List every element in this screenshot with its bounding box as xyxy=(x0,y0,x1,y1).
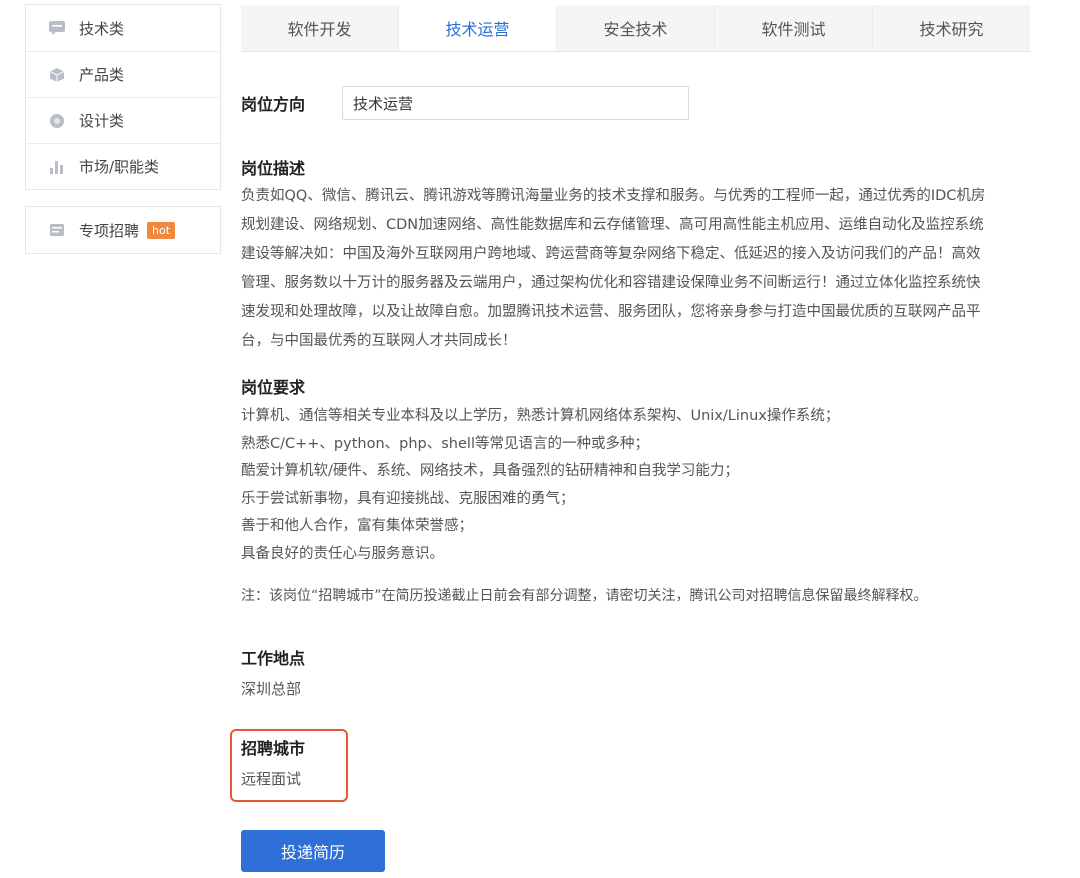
tab-software-testing[interactable]: 软件测试 xyxy=(715,5,873,51)
city-title: 招聘城市 xyxy=(241,739,306,758)
city-value: 远程面试 xyxy=(241,770,302,788)
tab-tech-research[interactable]: 技术研究 xyxy=(873,5,1030,51)
palette-icon xyxy=(48,112,66,130)
sidebar-item-market[interactable]: 市场/职能类 xyxy=(26,143,220,189)
requirement-item: 善于和他人合作，富有集体荣誉感； xyxy=(241,518,473,534)
description-line: 建设等解决如：中国及海外互联网用户跨地域、跨运营商等复杂网络下稳定、低延迟的接入… xyxy=(241,246,981,262)
requirement-item: 熟悉C/C++、python、php、shell等常见语言的一种或多种； xyxy=(241,435,649,452)
sidebar-item-label: 市场/职能类 xyxy=(79,158,160,176)
description-line: 管理、服务数以十万计的服务器及云端用户，通过架构优化和容错建设保障业务不间断运行… xyxy=(241,275,981,291)
category-sidebar: 技术类 产品类 设计类 市场/职能类 专项招聘 hot xyxy=(25,4,221,254)
job-category-tabs: 软件开发 技术运营 安全技术 软件测试 技术研究 xyxy=(241,5,1030,52)
requirement-item: 具备良好的责任心与服务意识。 xyxy=(241,545,444,562)
sidebar-item-label: 产品类 xyxy=(79,66,125,84)
description-line: 负责如QQ、微信、腾讯云、腾讯游戏等腾讯海量业务的技术支撑和服务。与优秀的工程师… xyxy=(241,188,986,204)
description-line: 速发现和处理故障，以及让故障自愈。加盟腾讯技术运营、服务团队，您将亲身参与打造中… xyxy=(241,304,981,320)
tab-tech-ops[interactable]: 技术运营 xyxy=(399,5,557,51)
description-text: 负责如QQ、微信、腾讯云、腾讯游戏等腾讯海量业务的技术支撑和服务。与优秀的工程师… xyxy=(241,182,1031,356)
location-title: 工作地点 xyxy=(241,649,306,668)
description-line: 规划建设、网络规划、CDN加速网络、高性能数据库和云存储管理、高可用高性能主机应… xyxy=(241,217,984,233)
sidebar-item-product[interactable]: 产品类 xyxy=(26,51,220,97)
tab-security[interactable]: 安全技术 xyxy=(557,5,715,51)
sidebar-item-label: 技术类 xyxy=(79,19,125,38)
description-line: 台，与中国最优秀的互联网人才共同成长！ xyxy=(241,333,517,349)
special-recruit-group: 专项招聘 hot xyxy=(25,206,221,254)
card-icon xyxy=(48,221,66,239)
apply-resume-button[interactable]: 投递简历 xyxy=(241,830,385,872)
direction-label: 岗位方向 xyxy=(241,95,306,114)
description-title: 岗位描述 xyxy=(241,159,306,178)
requirements-list: 计算机、通信等相关专业本科及以上学历，熟悉计算机网络体系架构、Unix/Linu… xyxy=(241,403,839,568)
recruit-note: 注：该岗位“招聘城市”在简历投递截止日前会有部分调整，请密切关注，腾讯公司对招聘… xyxy=(241,588,928,604)
tab-software-dev[interactable]: 软件开发 xyxy=(241,5,399,51)
sidebar-item-label: 设计类 xyxy=(79,112,125,130)
sidebar-item-label: 专项招聘 xyxy=(79,221,140,240)
location-value: 深圳总部 xyxy=(241,680,302,698)
bar-chart-icon xyxy=(48,158,66,176)
direction-field[interactable] xyxy=(342,86,690,120)
category-list: 技术类 产品类 设计类 市场/职能类 xyxy=(25,4,221,190)
chat-bubble-icon xyxy=(48,19,66,37)
requirement-item: 计算机、通信等相关专业本科及以上学历，熟悉计算机网络体系架构、Unix/Linu… xyxy=(241,408,840,424)
requirement-item: 酷爱计算机软/硬件、系统、网络技术，具备强烈的钻研精神和自我学习能力； xyxy=(241,463,739,479)
sidebar-item-design[interactable]: 设计类 xyxy=(26,97,220,143)
requirement-item: 乐于尝试新事物，具有迎接挑战、克服困难的勇气； xyxy=(241,490,575,507)
sidebar-item-special[interactable]: 专项招聘 hot xyxy=(26,207,220,253)
direction-row: 岗位方向 xyxy=(241,86,690,120)
sidebar-item-tech[interactable]: 技术类 xyxy=(26,5,220,51)
hot-badge: hot xyxy=(147,221,176,239)
requirements-title: 岗位要求 xyxy=(241,378,306,397)
cube-icon xyxy=(48,66,66,84)
